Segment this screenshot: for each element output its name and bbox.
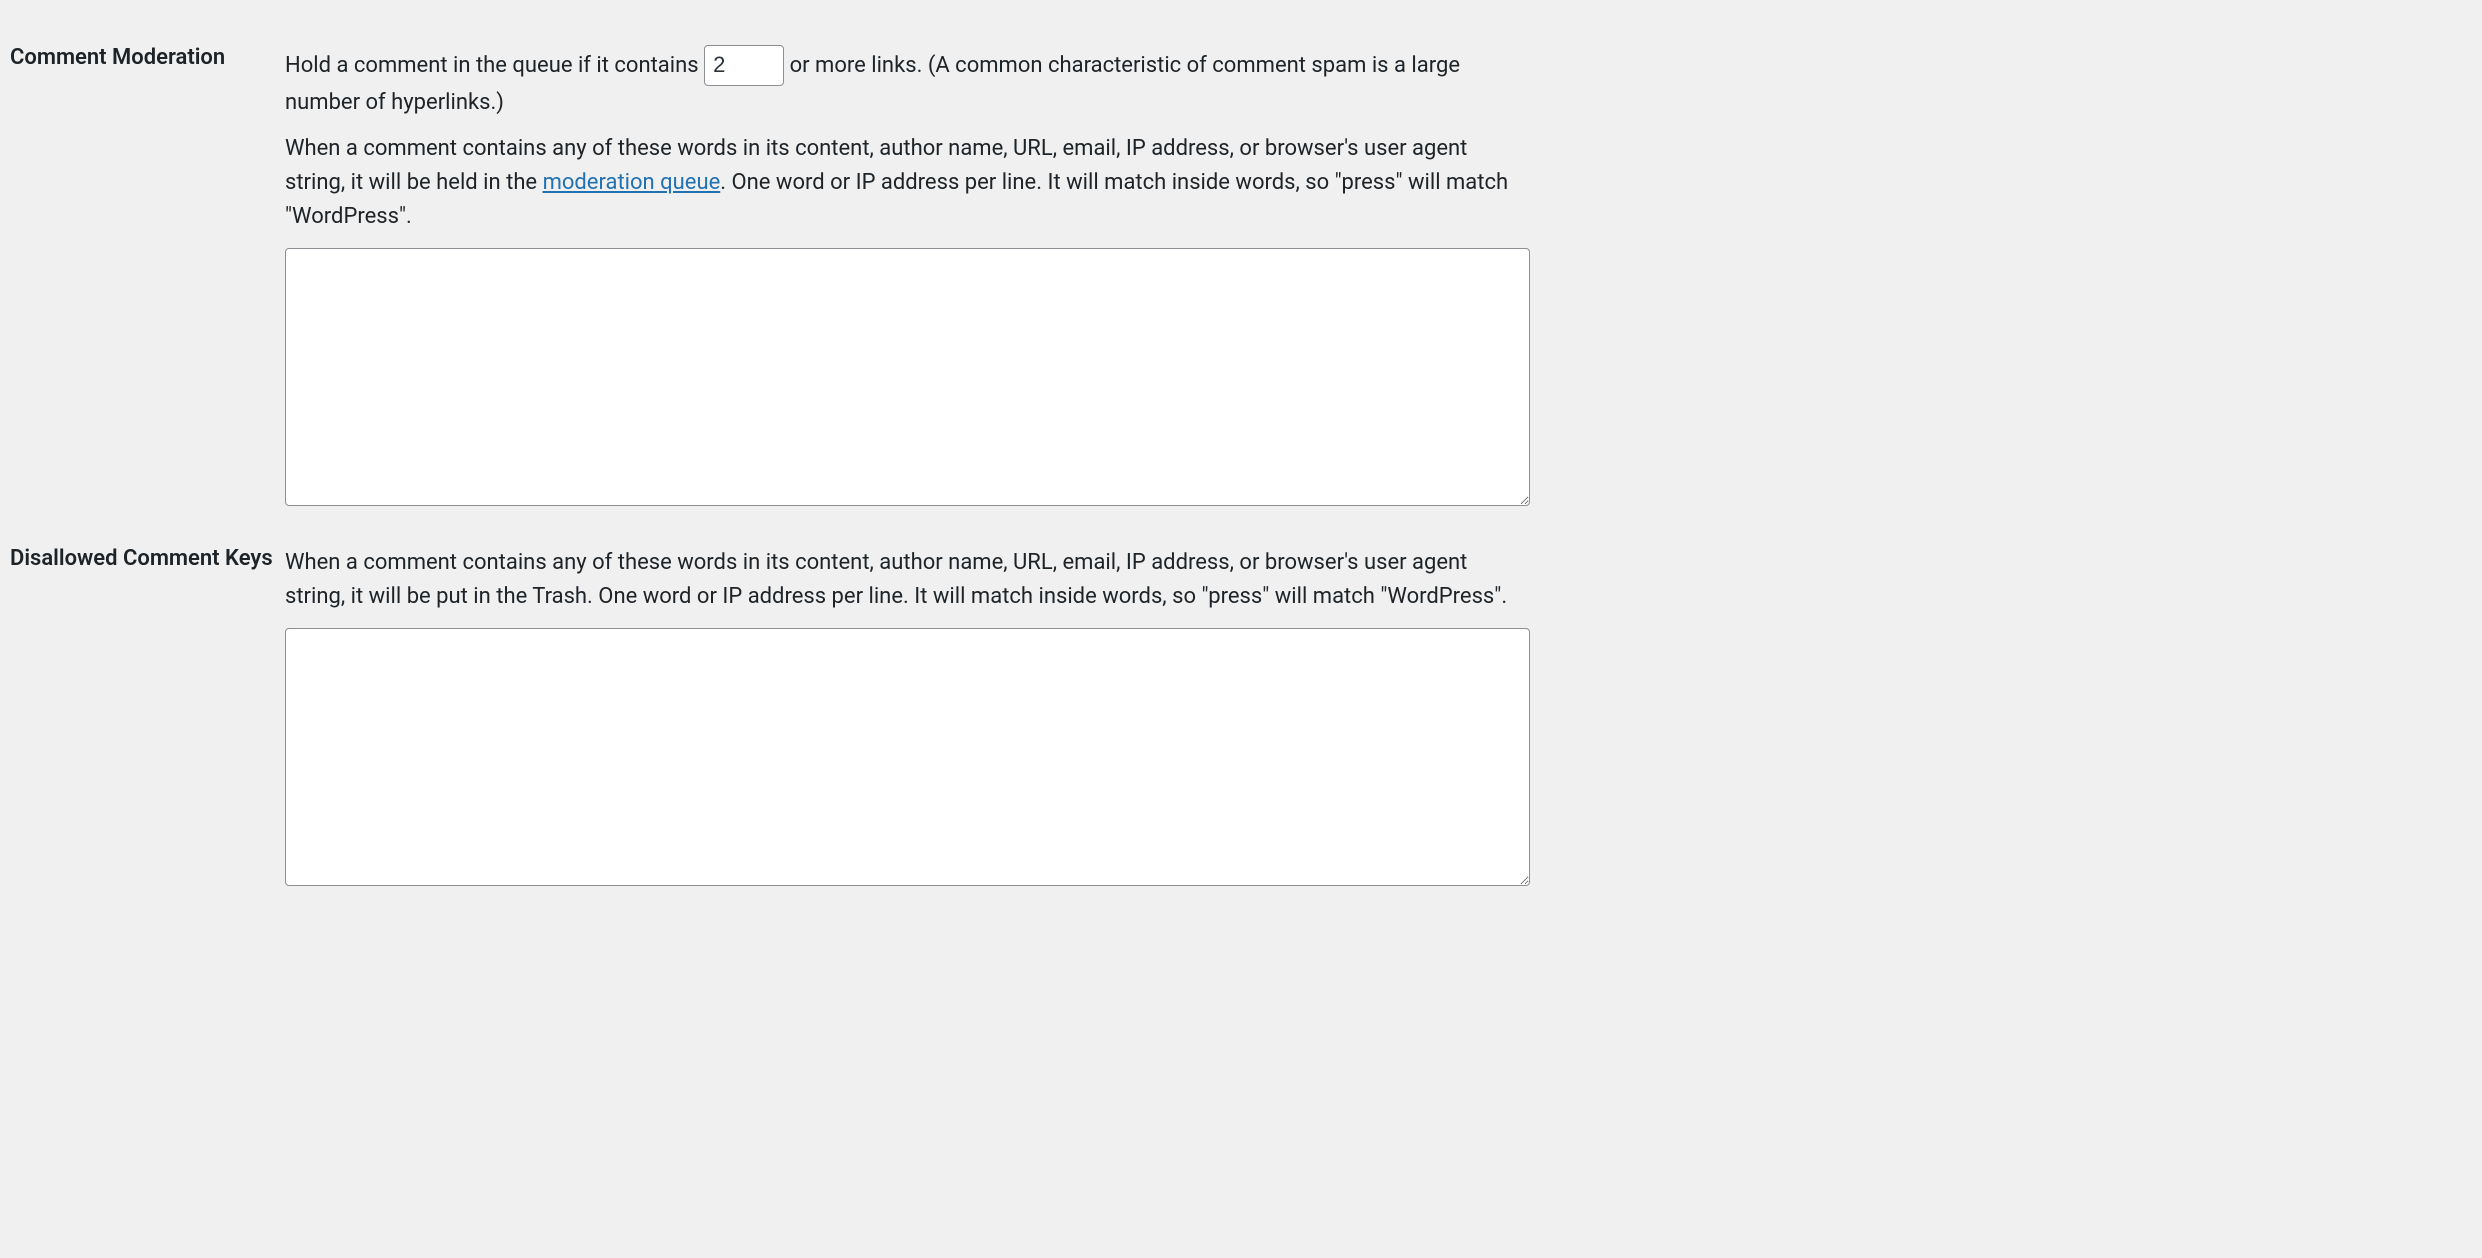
disallowed-keys-cell: When a comment contains any of these wor… bbox=[285, 536, 2472, 916]
hold-links-paragraph: Hold a comment in the queue if it contai… bbox=[285, 45, 1530, 120]
disallowed-keys-textarea[interactable] bbox=[285, 628, 1530, 886]
disallowed-keys-heading: Disallowed Comment Keys bbox=[10, 536, 285, 916]
comment-moderation-row: Comment Moderation Hold a comment in the… bbox=[10, 35, 2472, 536]
disallowed-keys-row: Disallowed Comment Keys When a comment c… bbox=[10, 536, 2472, 916]
max-links-input[interactable] bbox=[704, 45, 784, 86]
comment-moderation-cell: Hold a comment in the queue if it contai… bbox=[285, 35, 2472, 536]
comment-moderation-heading: Comment Moderation bbox=[10, 35, 285, 536]
moderation-keys-textarea[interactable] bbox=[285, 248, 1530, 506]
hold-prefix-text: Hold a comment in the queue if it contai… bbox=[285, 53, 704, 78]
moderation-queue-link[interactable]: moderation queue bbox=[543, 170, 721, 195]
moderation-keys-description: When a comment contains any of these wor… bbox=[285, 132, 1530, 234]
discussion-settings-table: Comment Moderation Hold a comment in the… bbox=[10, 35, 2472, 916]
disallowed-keys-description: When a comment contains any of these wor… bbox=[285, 546, 1530, 614]
